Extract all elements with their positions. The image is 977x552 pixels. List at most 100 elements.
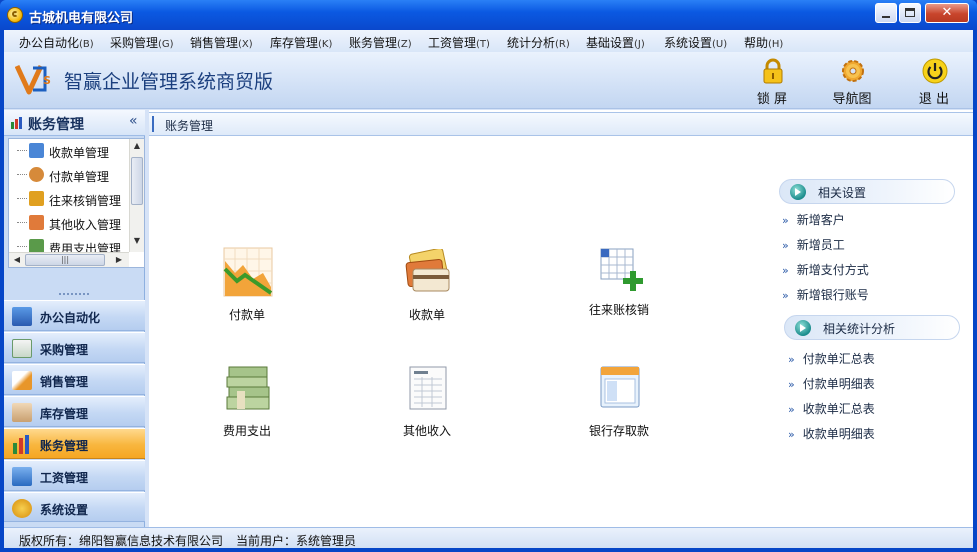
app-icon [7, 7, 23, 23]
menu-hotkey: (H) [768, 39, 784, 50]
link-payment-summary[interactable]: » 付款单汇总表 [788, 350, 875, 367]
scroll-right-icon[interactable]: ▶ [113, 253, 125, 267]
menu-sales[interactable]: 销售管理(X) [190, 34, 253, 51]
shortcut-label: 收款单 [408, 308, 445, 322]
app-window: 古城机电有限公司 ✕ 办公自动化(B) 采购管理(G) 销售管理(X) 库存管理… [0, 0, 977, 552]
document-icon [409, 366, 447, 410]
link-label: 收款单明细表 [802, 427, 875, 441]
other-income-shortcut[interactable]: 其他收入 [397, 365, 457, 445]
close-button[interactable]: ✕ [925, 3, 969, 23]
splitter-grip[interactable] [59, 293, 89, 297]
table-add-icon [600, 248, 643, 291]
menu-help[interactable]: 帮助(H) [744, 34, 783, 51]
reconciliation-shortcut[interactable]: 往来账核销 [579, 247, 659, 327]
menu-label: 统计分析 [507, 36, 556, 50]
pencil-icon [12, 371, 32, 390]
scroll-thumb[interactable] [131, 157, 143, 205]
nav-purchase[interactable]: 采购管理 [4, 332, 145, 363]
menu-label: 采购管理 [110, 36, 159, 50]
receipt-voucher-shortcut[interactable]: 收款单 [397, 247, 457, 327]
collapse-sidebar-button[interactable]: « [129, 113, 138, 129]
tree-line [17, 150, 27, 151]
scroll-down-icon[interactable]: ▼ [131, 236, 143, 249]
expenses-shortcut[interactable]: 费用支出 [217, 365, 277, 445]
breadcrumb-title: 账务管理 [165, 119, 214, 133]
breadcrumb-marker [152, 116, 154, 132]
nav-system-settings[interactable]: 系统设置 [4, 492, 145, 522]
tree-item-receipts[interactable]: 收款单管理 [13, 140, 125, 162]
menu-accounts[interactable]: 账务管理(Z) [349, 34, 412, 51]
scroll-up-icon[interactable]: ▲ [131, 141, 143, 154]
tree-line [17, 246, 27, 247]
tree-vertical-scrollbar[interactable]: ▲ ▼ [129, 139, 144, 252]
scroll-left-icon[interactable]: ◀ [11, 253, 23, 267]
menu-system-settings[interactable]: 系统设置(U) [664, 34, 727, 51]
chevron-icon: » [782, 264, 789, 277]
menu-hotkey: (K) [318, 39, 333, 50]
bank-deposit-withdrawal-shortcut[interactable]: 银行存取款 [579, 365, 659, 445]
minimize-button[interactable] [875, 3, 897, 23]
menu-label: 工资管理 [428, 36, 477, 50]
nav-sales[interactable]: 销售管理 [4, 364, 145, 395]
app-title: 智赢企业管理系统商贸版 [64, 71, 274, 93]
link-payment-detail[interactable]: » 付款单明细表 [788, 375, 875, 392]
nav-label: 工资管理 [40, 471, 89, 485]
tree-horizontal-scrollbar[interactable]: ◀ ||| ▶ [9, 252, 129, 267]
tree-item-label: 往来核销管理 [49, 194, 122, 208]
link-add-customer[interactable]: » 新增客户 [782, 211, 845, 228]
maximize-button[interactable] [899, 3, 921, 23]
link-add-payment-method[interactable]: » 新增支付方式 [782, 261, 869, 278]
nav-label: 系统设置 [40, 503, 89, 517]
tree-item-label: 其他收入管理 [49, 218, 122, 232]
link-receipt-summary[interactable]: » 收款单汇总表 [788, 400, 875, 417]
menu-hotkey: (G) [158, 39, 174, 50]
menu-purchase[interactable]: 采购管理(G) [110, 34, 174, 51]
link-label: 新增银行账号 [796, 288, 869, 302]
chevron-icon: » [788, 353, 795, 366]
card-icon [12, 467, 32, 486]
link-receipt-detail[interactable]: » 收款单明细表 [788, 425, 875, 442]
accounts-icon [11, 117, 22, 129]
tree-item-reconciliation[interactable]: 往来核销管理 [13, 188, 125, 210]
chevron-icon: » [782, 289, 789, 302]
grid-icon [29, 191, 44, 206]
chart-icon [13, 435, 29, 454]
scroll-thumb-horizontal[interactable]: ||| [25, 254, 105, 266]
nav-inventory[interactable]: 库存管理 [4, 396, 145, 427]
chevron-icon: » [782, 214, 789, 227]
tree-item-payments[interactable]: 付款单管理 [13, 164, 125, 186]
shortcut-label: 费用支出 [222, 424, 271, 438]
payment-voucher-shortcut[interactable]: 付款单 [217, 247, 277, 327]
status-bar: 版权所有：绵阳智赢信息技术有限公司 当前用户：系统管理员 [4, 527, 973, 548]
link-add-employee[interactable]: » 新增员工 [782, 236, 845, 253]
nav-office[interactable]: 办公自动化 [4, 300, 145, 331]
person-icon [29, 167, 44, 182]
gear-icon [842, 60, 864, 82]
sidebar-title: 账务管理 [28, 117, 84, 133]
menu-statistics[interactable]: 统计分析(R) [507, 34, 570, 51]
tree-line [17, 174, 27, 175]
nav-accounts[interactable]: 账务管理 [4, 428, 145, 459]
window-title: 古城机电有限公司 [29, 11, 134, 26]
menu-label: 库存管理 [270, 36, 319, 50]
menu-office[interactable]: 办公自动化(B) [19, 34, 94, 51]
exit-button[interactable]: 退 出 [904, 58, 964, 107]
menu-inventory[interactable]: 库存管理(K) [270, 34, 332, 51]
related-settings-title: 相关设置 [818, 186, 867, 200]
monitor-icon [12, 307, 32, 326]
related-settings-header: 相关设置 [779, 179, 955, 204]
nav-payroll[interactable]: 工资管理 [4, 460, 145, 491]
link-add-bank-account[interactable]: » 新增银行账号 [782, 286, 869, 303]
navigation-map-button[interactable]: 导航图 [822, 58, 882, 107]
menu-basic-settings[interactable]: 基础设置(J) [586, 34, 645, 51]
menu-label: 办公自动化 [19, 36, 80, 50]
lock-screen-button[interactable]: 锁 屏 [742, 58, 802, 107]
link-label: 付款单明细表 [802, 377, 875, 391]
nav-label: 采购管理 [40, 343, 89, 357]
tree-item-other-income[interactable]: 其他收入管理 [13, 212, 125, 234]
title-bar[interactable]: 古城机电有限公司 ✕ [0, 0, 977, 30]
sidebar-header: 账务管理 « [4, 110, 145, 136]
menu-payroll[interactable]: 工资管理(T) [428, 34, 490, 51]
power-icon [922, 58, 948, 84]
menu-label: 基础设置 [586, 36, 635, 50]
